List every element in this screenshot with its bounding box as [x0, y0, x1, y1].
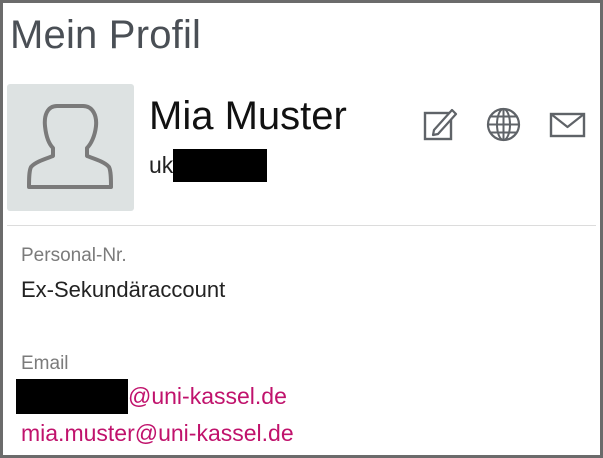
user-silhouette-icon: [27, 104, 113, 189]
personal-nr-value: Ex-Sekundäraccount: [21, 277, 226, 302]
avatar: [7, 84, 134, 211]
profile-card: Mein Profil Mia Muster uk Personal-Nr. E…: [0, 0, 603, 458]
section-divider: [7, 225, 596, 226]
username-prefix: uk: [149, 152, 174, 178]
edit-icon[interactable]: [421, 106, 458, 143]
email-link[interactable]: @uni-kassel.de: [16, 379, 287, 414]
profile-actions: [421, 106, 586, 143]
profile-name: Mia Muster: [149, 94, 347, 138]
email-link[interactable]: mia.muster@uni-kassel.de: [21, 420, 294, 447]
mail-icon[interactable]: [549, 106, 586, 143]
personal-nr-label: Personal-Nr.: [21, 245, 127, 266]
page-title: Mein Profil: [10, 13, 202, 57]
email-label: Email: [21, 353, 69, 374]
redaction-bar: [173, 149, 268, 182]
globe-icon[interactable]: [485, 106, 522, 143]
redaction-bar: [16, 379, 128, 414]
email-suffix: @uni-kassel.de: [128, 383, 287, 409]
username: uk: [149, 149, 268, 182]
